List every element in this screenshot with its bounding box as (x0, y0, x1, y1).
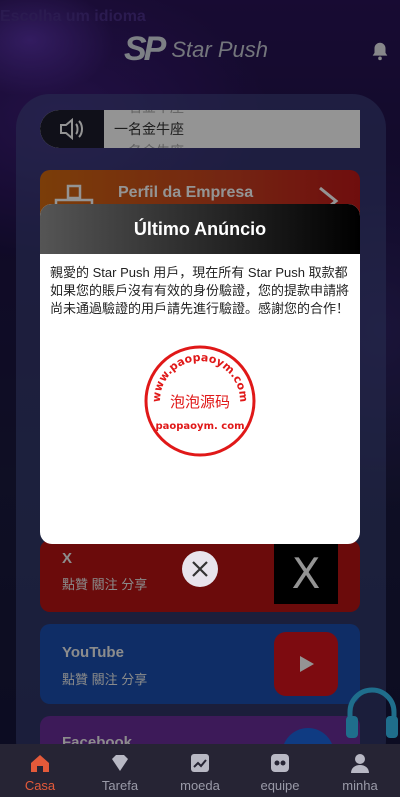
modal-body-line: 親愛的 Star Push 用戶，現在所有 Star Push 取款都 (50, 265, 348, 280)
tab-tarefa[interactable]: Tarefa (80, 744, 160, 793)
chart-icon (191, 754, 209, 772)
tab-equipe[interactable]: equipe (240, 744, 320, 793)
headset-icon[interactable] (344, 684, 400, 744)
modal-body-line: 尚未通過驗證的用戶請先進行驗證。感謝您的合作！ (50, 301, 350, 316)
svg-text:paopaoym. com: paopaoym. com (156, 421, 245, 432)
tab-label: Casa (24, 778, 56, 793)
close-icon (192, 561, 208, 577)
tab-moeda[interactable]: moeda (160, 744, 240, 793)
announcement-modal: Último Anúncio 親愛的 Star Push 用戶，現在所有 Sta… (40, 204, 360, 544)
modal-body-line: 如果您的賬戶沒有有效的身份驗證，您的提款申請將 (50, 283, 350, 298)
user-icon (351, 754, 369, 773)
tab-minha[interactable]: minha (320, 744, 400, 793)
close-modal-button[interactable] (182, 551, 218, 587)
svg-text:泡泡源码: 泡泡源码 (170, 393, 230, 411)
tab-label: equipe (260, 778, 300, 793)
modal-body: 親愛的 Star Push 用戶，現在所有 Star Push 取款都 如果您的… (40, 254, 360, 328)
tab-casa[interactable]: Casa (0, 744, 80, 793)
tab-label: Tarefa (101, 778, 139, 793)
home-icon (31, 755, 49, 772)
diamond-icon (112, 755, 128, 771)
team-icon (271, 754, 289, 772)
modal-title: Último Anúncio (40, 204, 360, 254)
tab-label: minha (342, 778, 378, 793)
bottom-tab-bar: Casa Tarefa moeda equipe minha (0, 744, 400, 797)
tab-label: moeda (180, 778, 220, 793)
watermark-stamp: www.paopaoym.com 泡泡源码 paopaoym. com (144, 345, 256, 457)
